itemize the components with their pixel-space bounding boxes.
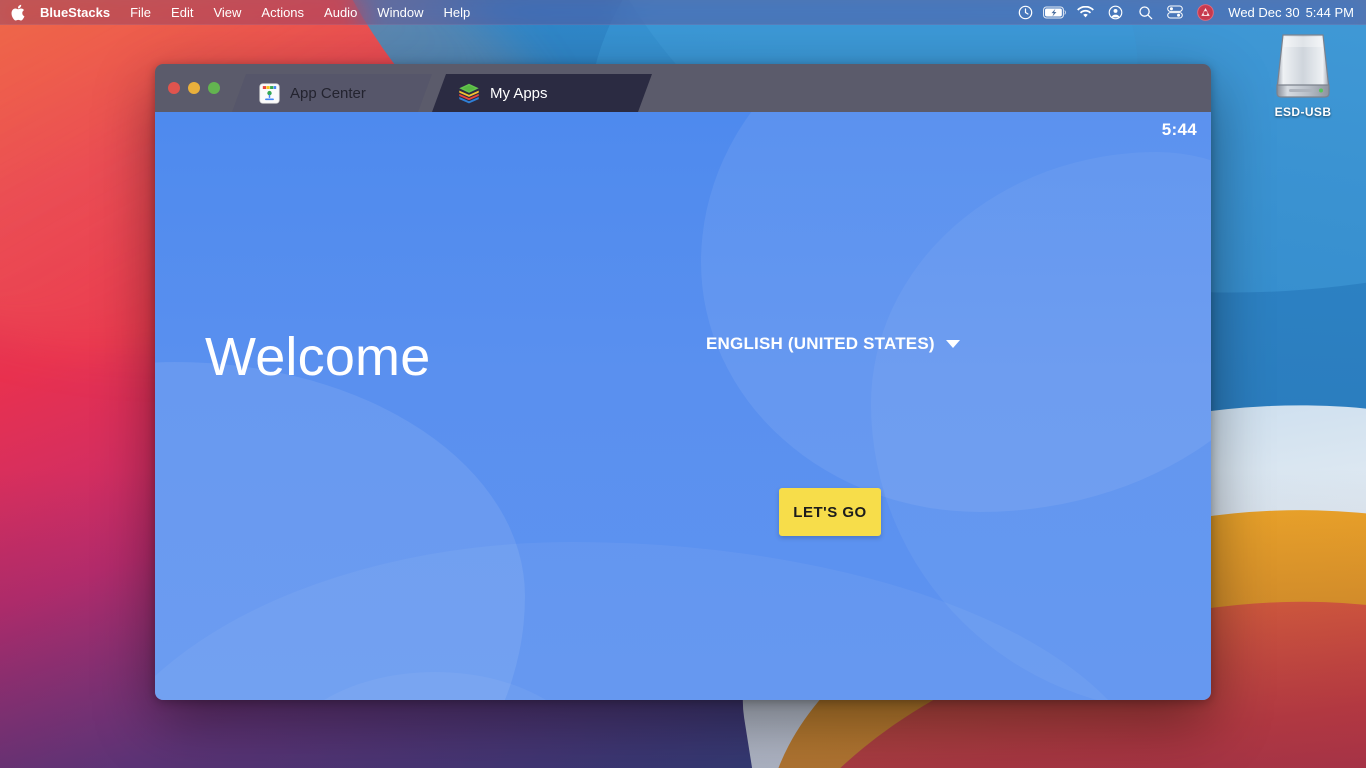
- menu-bar-status-area: Wed Dec 30 5:44 PM: [1010, 0, 1366, 25]
- menu-item-view[interactable]: View: [203, 0, 251, 25]
- bluestacks-layers-icon: [458, 82, 480, 104]
- menu-bar-left: BlueStacks File Edit View Actions Audio …: [0, 0, 480, 25]
- window-titlebar[interactable]: App Center My Apps: [155, 64, 1211, 112]
- app-center-icon: [258, 82, 280, 104]
- close-button[interactable]: [168, 82, 180, 94]
- language-selector[interactable]: ENGLISH (UNITED STATES): [706, 334, 960, 354]
- bluestacks-window: App Center My Apps 5:44 Welcome ENGLISH …: [155, 64, 1211, 700]
- user-account-icon[interactable]: [1100, 0, 1130, 25]
- tab-my-apps-label: My Apps: [490, 84, 548, 102]
- chevron-down-icon: [945, 340, 960, 348]
- desktop-drive-icon[interactable]: ESD-USB: [1258, 26, 1348, 119]
- macos-menu-bar: BlueStacks File Edit View Actions Audio …: [0, 0, 1366, 25]
- wifi-icon[interactable]: [1070, 0, 1100, 25]
- window-controls: [168, 82, 220, 94]
- language-selector-label: ENGLISH (UNITED STATES): [706, 334, 935, 353]
- tab-app-center-label: App Center: [290, 84, 366, 102]
- menu-item-actions[interactable]: Actions: [251, 0, 314, 25]
- battery-charging-icon[interactable]: [1040, 0, 1070, 25]
- control-center-icon[interactable]: [1160, 0, 1190, 25]
- menu-bar-time[interactable]: 5:44 PM: [1300, 5, 1354, 20]
- menu-bar-date[interactable]: Wed Dec 30: [1220, 5, 1299, 20]
- menu-item-bluestacks[interactable]: BlueStacks: [30, 0, 120, 25]
- menu-item-file[interactable]: File: [120, 0, 161, 25]
- tab-app-center[interactable]: App Center: [232, 74, 432, 112]
- page-title: Welcome: [205, 327, 431, 387]
- menu-item-audio[interactable]: Audio: [314, 0, 367, 25]
- apple-logo-icon[interactable]: [0, 4, 28, 21]
- drive-label: ESD-USB: [1274, 105, 1332, 119]
- app-status-icon[interactable]: [1190, 0, 1220, 25]
- welcome-screen: 5:44 Welcome ENGLISH (UNITED STATES) LET…: [155, 112, 1211, 700]
- time-machine-icon[interactable]: [1010, 0, 1040, 25]
- android-status-clock: 5:44: [1161, 120, 1197, 139]
- menu-item-window[interactable]: Window: [367, 0, 433, 25]
- lets-go-button[interactable]: LET'S GO: [779, 488, 881, 536]
- minimize-button[interactable]: [188, 82, 200, 94]
- external-drive-icon: [1269, 26, 1337, 104]
- menu-item-help[interactable]: Help: [434, 0, 481, 25]
- menu-item-edit[interactable]: Edit: [161, 0, 203, 25]
- spotlight-search-icon[interactable]: [1130, 0, 1160, 25]
- tab-my-apps[interactable]: My Apps: [432, 74, 652, 112]
- maximize-button[interactable]: [208, 82, 220, 94]
